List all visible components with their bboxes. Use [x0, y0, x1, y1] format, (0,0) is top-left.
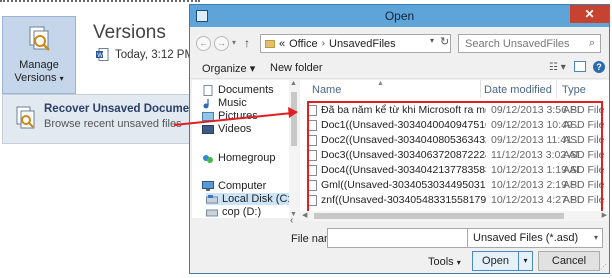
file-name-input[interactable]: ▾: [327, 228, 480, 248]
nav-item-music[interactable]: Music: [202, 97, 247, 109]
column-divider[interactable]: [480, 80, 481, 98]
nav-item-label: Documents: [218, 84, 274, 96]
file-type-select[interactable]: Unsaved Files (*.asd) ▾: [467, 228, 603, 248]
manage-versions-icon: [26, 25, 52, 56]
change-view-icon[interactable]: ☷ ▾: [549, 62, 566, 73]
address-segment-unsavedfiles[interactable]: UnsavedFiles: [329, 38, 396, 50]
version-entry[interactable]: W Today, 3:12 PM: [96, 48, 194, 61]
preview-pane-icon[interactable]: [574, 61, 586, 72]
nav-item-pictures[interactable]: Pictures: [202, 110, 258, 122]
organize-menu[interactable]: Organize ▾: [202, 62, 255, 75]
address-separator-icon[interactable]: ›: [322, 38, 325, 49]
manage-versions-button[interactable]: Manage Versions ▾: [2, 16, 76, 94]
nav-item-documents[interactable]: Documents: [202, 84, 274, 96]
up-arrow-icon[interactable]: ↑: [244, 36, 250, 50]
file-type-value: Unsaved Files (*.asd): [473, 232, 579, 244]
recent-locations-chevron-icon[interactable]: ▾: [232, 38, 236, 47]
column-header-date[interactable]: Date modified: [484, 84, 552, 96]
drive-icon: [206, 207, 218, 218]
recover-subtitle: Browse recent unsaved files: [44, 118, 182, 130]
homegroup-icon: [202, 153, 214, 164]
close-button[interactable]: ✕: [570, 5, 609, 23]
tools-menu[interactable]: Tools ▾: [428, 256, 461, 268]
manage-label-line2: Versions: [14, 72, 57, 84]
column-header-name[interactable]: Name: [312, 84, 341, 96]
resize-grip-icon[interactable]: ⋰: [600, 263, 607, 271]
recover-document-icon: [12, 105, 38, 134]
open-options-dropdown-icon[interactable]: ▾: [519, 251, 533, 271]
videos-icon: [202, 124, 214, 135]
scroll-right-icon[interactable]: ▶: [602, 211, 607, 219]
manage-label-line1: Manage: [19, 59, 59, 71]
command-bar: Organize ▾ New folder ☷ ▾ ?: [190, 57, 609, 79]
address-bar[interactable]: « Office › UnsavedFiles: [260, 34, 451, 53]
help-icon[interactable]: ?: [593, 61, 605, 73]
folder-icon: [265, 39, 275, 48]
versions-heading: Versions: [93, 22, 166, 43]
dialog-titlebar[interactable]: Open ✕: [190, 5, 609, 27]
new-folder-button[interactable]: New folder: [270, 62, 323, 74]
search-input[interactable]: Search UnsavedFiles ⌕: [458, 34, 601, 53]
address-overflow[interactable]: «: [279, 38, 285, 50]
navigation-bar: ← → ▾ ↑ « Office › UnsavedFiles ▾ ↻ Sear…: [190, 31, 609, 57]
nav-item-label: Computer: [218, 180, 267, 192]
navigation-pane: Documents Music Pictures Videos Homegrou…: [192, 80, 299, 218]
dialog-title: Open: [384, 9, 415, 23]
scroll-left-icon[interactable]: ◀: [302, 211, 307, 219]
nav-item-label: Music: [218, 97, 247, 109]
svg-text:W: W: [97, 53, 103, 59]
chevron-down-icon: ▾: [456, 258, 461, 267]
open-button[interactable]: Open: [472, 251, 519, 271]
scrollbar-thumb[interactable]: [291, 92, 297, 146]
cancel-button[interactable]: Cancel: [538, 251, 600, 271]
pictures-icon: [202, 111, 214, 122]
drive-icon: [206, 194, 218, 205]
recover-unsaved-documents-item[interactable]: Recover Unsaved Documents Browse recent …: [2, 94, 206, 144]
file-type-dropdown-icon: ▾: [593, 233, 598, 242]
tools-label: Tools: [428, 256, 454, 268]
computer-icon: [202, 180, 214, 192]
nav-item-homegroup[interactable]: Homegroup: [202, 152, 275, 164]
nav-item-videos[interactable]: Videos: [202, 123, 251, 135]
search-placeholder: Search UnsavedFiles: [465, 38, 570, 50]
nav-item-label: cop (D:): [222, 206, 262, 218]
top-dotted-border: [0, 0, 200, 3]
chevron-down-icon: ▾: [59, 74, 64, 83]
nav-item-label: Homegroup: [218, 152, 276, 164]
scrollbar-thumb[interactable]: [314, 213, 564, 219]
address-dropdown-icon[interactable]: ▾: [430, 36, 434, 45]
forward-arrow-icon[interactable]: →: [214, 36, 229, 51]
scroll-up-icon[interactable]: ▲: [290, 80, 297, 87]
nav-item-label: Videos: [218, 123, 252, 135]
documents-icon: [202, 84, 214, 96]
nav-item-local-disk[interactable]: Local Disk (C:): [206, 193, 299, 205]
sort-ascending-icon: ▲: [377, 80, 384, 87]
column-divider[interactable]: [556, 80, 557, 98]
column-header-type[interactable]: Type: [562, 84, 586, 96]
address-segment-office[interactable]: Office: [289, 38, 318, 50]
nav-item-cop-drive[interactable]: cop (D:): [206, 206, 261, 218]
nav-item-label: Pictures: [218, 110, 258, 122]
open-dialog: Open ✕ ← → ▾ ↑ « Office › UnsavedFiles ▾…: [189, 4, 610, 274]
nav-pane-scrollbar[interactable]: ▲ ▼: [289, 80, 299, 218]
highlight-box: [307, 101, 603, 213]
music-icon: [202, 98, 214, 109]
word-document-icon: W: [96, 48, 109, 61]
version-entry-label: Today, 3:12 PM: [115, 48, 195, 61]
search-icon: ⌕: [588, 37, 595, 49]
file-list-horizontal-scrollbar[interactable]: ◀ ▶: [300, 211, 609, 221]
nav-item-computer[interactable]: Computer: [202, 180, 266, 192]
refresh-icon[interactable]: ↻: [440, 35, 449, 48]
nav-item-label: Local Disk (C:): [222, 193, 295, 205]
recover-title: Recover Unsaved Documents: [44, 103, 207, 115]
back-arrow-icon[interactable]: ←: [196, 36, 211, 51]
collapse-left-icon[interactable]: ‹: [290, 215, 293, 226]
